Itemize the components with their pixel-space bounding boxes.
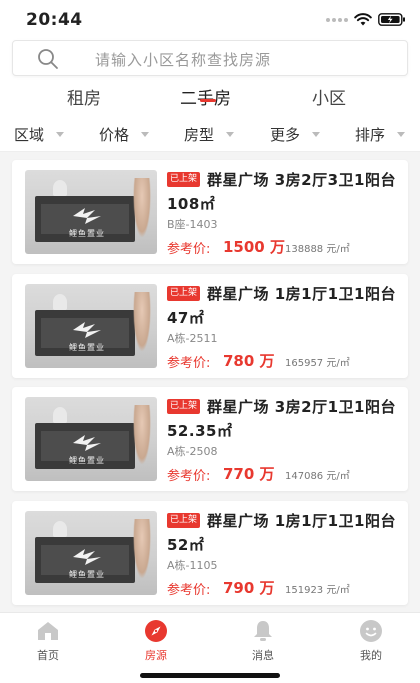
home-icon — [38, 622, 58, 640]
brand-logo-icon — [73, 435, 101, 451]
tabbar-label: 房源 — [145, 649, 167, 662]
search-input[interactable]: 请输入小区名称查找房源 — [12, 40, 408, 76]
caret-down-icon — [226, 132, 235, 137]
wifi-icon — [354, 13, 372, 26]
tabbar-profile[interactable]: 我的 — [341, 619, 401, 663]
listing-card[interactable]: 鲤鱼置业 已上架 群星广场 1房1厅1卫1阳台 52㎡ A栋-1105 参考价:… — [12, 501, 408, 605]
listing-title: 群星广场 1房1厅1卫1阳台 47㎡ — [167, 285, 396, 327]
listing-title: 群星广场 1房1厅1卫1阳台 52㎡ — [167, 512, 396, 554]
filter-label: 房型 — [184, 126, 215, 144]
filter-price[interactable]: 价格 — [99, 124, 150, 145]
listing-unit-price: 138888 元/㎡ — [285, 244, 350, 255]
tabbar-label: 首页 — [37, 649, 59, 662]
tabbar-label: 我的 — [360, 649, 382, 662]
filter-area[interactable]: 区域 — [14, 124, 65, 145]
brand-logo-icon — [73, 549, 101, 565]
caret-down-icon — [141, 132, 150, 137]
filter-sort[interactable]: 排序 — [355, 124, 406, 145]
filter-label: 价格 — [99, 126, 130, 144]
battery-icon — [378, 13, 405, 26]
caret-down-icon — [56, 132, 65, 137]
price-label: 参考价: — [167, 469, 211, 484]
status-icons — [326, 13, 406, 26]
listing-card[interactable]: 鲤鱼置业 已上架 群星广场 3房2厅3卫1阳台 108㎡ B座-1403 参考价… — [12, 160, 408, 264]
filter-label: 更多 — [270, 126, 301, 144]
listing-unit: A栋-2508 — [167, 445, 218, 458]
tab-rent[interactable]: 租房 — [67, 84, 101, 109]
compass-icon — [145, 620, 167, 642]
listing-unit-price: 147086 元/㎡ — [285, 471, 350, 482]
listing-card[interactable]: 鲤鱼置业 已上架 群星广场 1房1厅1卫1阳台 47㎡ A栋-2511 参考价:… — [12, 274, 408, 378]
active-tab-indicator — [200, 99, 216, 102]
brand-logo-text: 鲤鱼置业 — [69, 343, 105, 352]
filter-bar: 区域 价格 房型 更多 排序 — [0, 116, 420, 152]
listing-price: 770 万 — [223, 465, 275, 483]
brand-logo-text: 鲤鱼置业 — [69, 229, 105, 238]
status-time: 20:44 — [26, 10, 83, 30]
search-placeholder: 请输入小区名称查找房源 — [95, 51, 272, 69]
price-label: 参考价: — [167, 356, 211, 371]
listing-type-tabs: 租房 二手房 小区 — [0, 82, 420, 116]
bell-icon — [254, 621, 272, 641]
listing-card[interactable]: 鲤鱼置业 已上架 群星广场 3房2厅1卫1阳台 52.35㎡ A栋-2508 参… — [12, 387, 408, 491]
listing-unit: A栋-1105 — [167, 559, 218, 572]
brand-logo-text: 鲤鱼置业 — [69, 570, 105, 579]
tabbar-home[interactable]: 首页 — [18, 619, 78, 663]
price-label: 参考价: — [167, 583, 211, 598]
tab-second-hand[interactable]: 二手房 — [180, 84, 231, 109]
listing-title: 群星广场 3房2厅1卫1阳台 52.35㎡ — [167, 398, 396, 440]
search-icon — [38, 49, 58, 69]
listing-price: 780 万 — [223, 352, 275, 370]
caret-down-icon — [312, 132, 321, 137]
listing-list: 鲤鱼置业 已上架 群星广场 3房2厅3卫1阳台 108㎡ B座-1403 参考价… — [0, 152, 420, 612]
filter-label: 区域 — [14, 126, 45, 144]
home-indicator — [140, 673, 280, 678]
listing-photo: 鲤鱼置业 — [25, 511, 157, 595]
tabbar-label: 消息 — [252, 649, 274, 662]
tabbar-listings[interactable]: 房源 — [126, 619, 186, 663]
listing-price: 1500 万 — [223, 238, 285, 256]
listing-unit: A栋-2511 — [167, 332, 218, 345]
profile-icon — [360, 620, 382, 642]
listing-price: 790 万 — [223, 579, 275, 597]
listing-photo: 鲤鱼置业 — [25, 170, 157, 254]
listing-unit-price: 165957 元/㎡ — [285, 358, 350, 369]
caret-down-icon — [397, 132, 406, 137]
search-area: 请输入小区名称查找房源 — [0, 40, 420, 82]
filter-label: 排序 — [355, 126, 386, 144]
brand-logo-icon — [73, 208, 101, 224]
listing-photo: 鲤鱼置业 — [25, 284, 157, 368]
listing-title: 群星广场 3房2厅3卫1阳台 108㎡ — [167, 171, 396, 213]
brand-logo-icon — [73, 322, 101, 338]
listing-unit-price: 151923 元/㎡ — [285, 585, 350, 596]
tabbar-messages[interactable]: 消息 — [233, 619, 293, 663]
listing-photo: 鲤鱼置业 — [25, 397, 157, 481]
brand-logo-text: 鲤鱼置业 — [69, 456, 105, 465]
filter-layout[interactable]: 房型 — [184, 124, 235, 145]
filter-more[interactable]: 更多 — [270, 124, 321, 145]
listing-unit: B座-1403 — [167, 218, 218, 231]
tab-community[interactable]: 小区 — [312, 84, 346, 109]
status-bar: 20:44 — [0, 0, 420, 40]
price-label: 参考价: — [167, 242, 211, 257]
cellular-signal-icon — [326, 17, 348, 22]
